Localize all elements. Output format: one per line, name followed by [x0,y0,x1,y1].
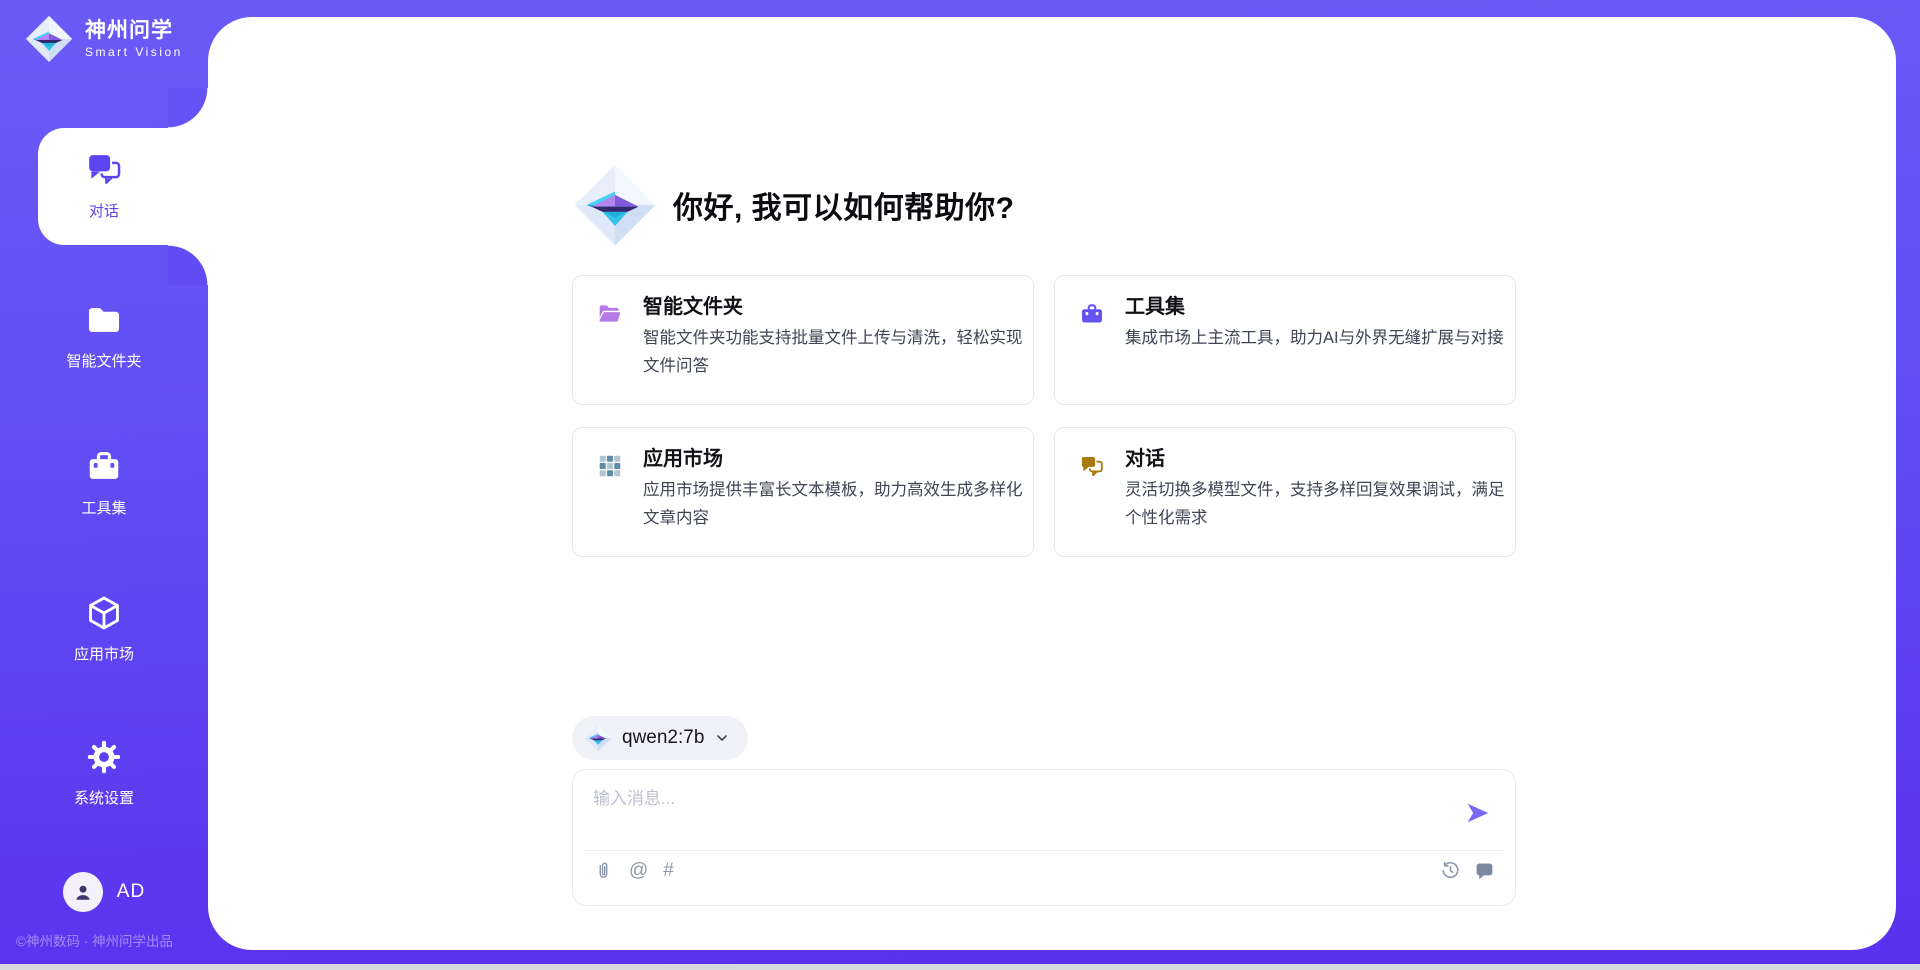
card-chat[interactable]: 对话 灵活切换多模型文件，支持多样回复效果调试，满足个性化需求 [1054,427,1516,557]
toolbox-icon [85,448,123,486]
chat-bubbles-icon [1079,453,1105,479]
greeting-diamond-icon [573,163,657,247]
sidebar-item-toolbox[interactable]: 工具集 [0,448,208,518]
sidebar-item-smart-folder[interactable]: 智能文件夹 [0,301,208,371]
card-description: 集成市场上主流工具，助力AI与外界无缝扩展与对接 [1125,324,1505,352]
sidebar-item-label: 工具集 [0,497,208,518]
sidebar-item-label: 系统设置 [0,787,208,808]
chat-bubbles-icon [85,151,123,189]
user-profile[interactable]: AD [0,872,208,912]
message-input[interactable] [593,784,1433,842]
active-tab-curve-bottom [168,245,208,285]
folder-icon [85,301,123,339]
message-composer: @ # [572,769,1516,906]
feature-cards: 智能文件夹 智能文件夹功能支持批量文件上传与清洗，轻松实现文件问答 工具集 集成… [572,275,1516,557]
history-icon[interactable] [1440,860,1461,881]
card-title: 对话 [1125,442,1165,471]
copyright-text: ©神州数码 · 神州问学出品 [16,930,173,950]
card-description: 应用市场提供丰富长文本模板，助力高效生成多样化文章内容 [643,476,1023,532]
main-content-layer: 你好, 我可以如何帮助你? 智能文件夹 智能文件夹功能支持批量文件上传与清洗，轻… [208,17,1896,950]
composer-tools-left: @ # [593,860,674,882]
model-name: qwen2:7b [622,727,704,749]
sidebar-item-app-market[interactable]: 应用市场 [0,594,208,664]
card-description: 灵活切换多模型文件，支持多样回复效果调试，满足个性化需求 [1125,476,1505,532]
avatar [63,872,103,912]
chevron-down-icon [714,730,730,746]
card-app-market[interactable]: 应用市场 应用市场提供丰富长文本模板，助力高效生成多样化文章内容 [572,427,1034,557]
mention-icon[interactable]: @ [629,860,648,882]
gear-icon [85,738,123,776]
card-title: 智能文件夹 [643,290,743,319]
greeting-block: 你好, 我可以如何帮助你? [573,163,1015,247]
sidebar-item-label: 对话 [0,200,208,221]
person-icon [71,880,95,904]
user-name: AD [117,881,145,903]
sidebar-item-label: 应用市场 [0,643,208,664]
active-tab-curve-top [168,88,208,128]
cube-icon [85,594,123,632]
sidebar-item-chat[interactable]: 对话 [0,151,208,221]
brand-logo: 神州问学 Smart Vision [25,15,183,63]
model-selector[interactable]: qwen2:7b [572,716,748,760]
window-bottom-edge [0,964,1920,970]
card-description: 智能文件夹功能支持批量文件上传与清洗，轻松实现文件问答 [643,324,1023,380]
model-diamond-icon [584,724,612,752]
greeting-title: 你好, 我可以如何帮助你? [673,183,1015,227]
hashtag-icon[interactable]: # [663,860,674,882]
grid-blocks-icon [597,453,623,479]
toolbox-icon [1079,301,1105,327]
paperclip-icon[interactable] [593,861,614,882]
card-title: 应用市场 [643,442,723,471]
composer-tools-right [1440,860,1495,881]
composer-divider [583,850,1505,851]
folder-open-icon [597,301,623,327]
sidebar-item-label: 智能文件夹 [0,350,208,371]
card-smart-folder[interactable]: 智能文件夹 智能文件夹功能支持批量文件上传与清洗，轻松实现文件问答 [572,275,1034,405]
brand-text: 神州问学 Smart Vision [85,19,183,59]
conversations-icon[interactable] [1474,860,1495,881]
brand-name: 神州问学 [85,19,183,43]
brand-subtitle: Smart Vision [85,45,183,59]
card-toolbox[interactable]: 工具集 集成市场上主流工具，助力AI与外界无缝扩展与对接 [1054,275,1516,405]
card-title: 工具集 [1125,290,1185,319]
send-arrow-icon[interactable] [1465,800,1491,826]
app-root: { "brand": { "name": "神州问学", "subtitle":… [0,0,1920,970]
sidebar-item-settings[interactable]: 系统设置 [0,738,208,808]
brand-diamond-icon [25,15,73,63]
